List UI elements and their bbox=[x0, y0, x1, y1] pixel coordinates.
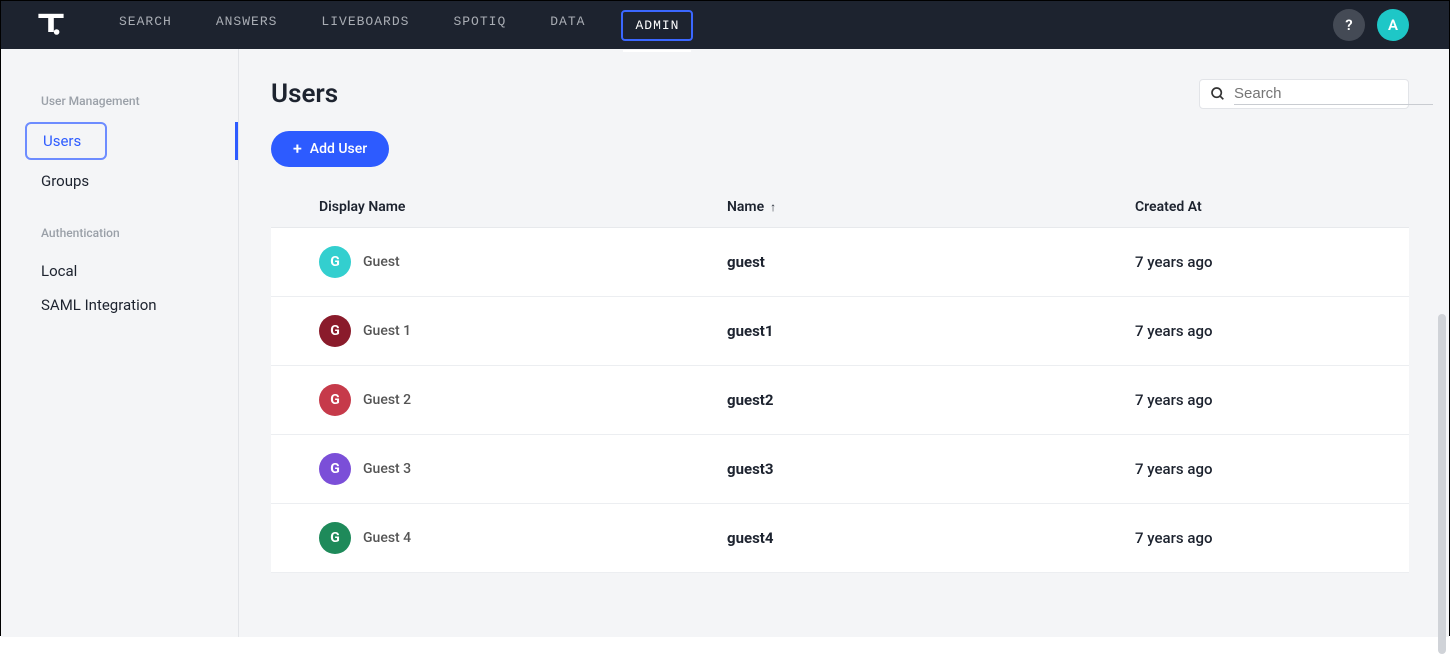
table-header: Display Name Name ↑ Created At bbox=[271, 199, 1409, 227]
nav-item-answers[interactable]: ANSWERS bbox=[208, 10, 286, 41]
nav-item-data[interactable]: DATA bbox=[542, 10, 593, 41]
users-table: Display Name Name ↑ Created At G Guest gue… bbox=[271, 199, 1409, 573]
sidebar-section-title: User Management bbox=[1, 94, 238, 122]
nav-item-spotiq[interactable]: SPOTIQ bbox=[445, 10, 514, 41]
user-avatar-initial: G bbox=[319, 315, 351, 347]
nav-items: SEARCH ANSWERS LIVEBOARDS SPOTIQ DATA ADMIN bbox=[111, 10, 693, 41]
help-button[interactable]: ? bbox=[1333, 9, 1365, 41]
cell-display-name: G Guest 2 bbox=[319, 384, 727, 416]
user-display-name: Guest bbox=[363, 254, 400, 270]
cell-display-name: G Guest 1 bbox=[319, 315, 727, 347]
sidebar-item-saml-integration[interactable]: SAML Integration bbox=[1, 288, 238, 322]
table-row[interactable]: G Guest 3 guest37 years ago bbox=[271, 435, 1409, 504]
user-display-name: Guest 3 bbox=[363, 461, 411, 477]
cell-name: guest bbox=[727, 253, 1135, 271]
sidebar: User ManagementUsers Groups Authentication… bbox=[1, 49, 239, 637]
user-avatar-initial: G bbox=[319, 453, 351, 485]
page-title: Users bbox=[271, 79, 338, 109]
top-nav: SEARCH ANSWERS LIVEBOARDS SPOTIQ DATA ADMIN ?… bbox=[1, 1, 1449, 49]
nav-item-admin[interactable]: ADMIN bbox=[621, 10, 693, 41]
cell-display-name: G Guest bbox=[319, 246, 727, 278]
table-body: GGuestguest7 years agoGGuest 1guest17 ye… bbox=[271, 227, 1409, 573]
main-content: Users + Add User Display Name Name ↑ Cre… bbox=[239, 49, 1449, 637]
table-row[interactable]: G Guest 4 guest47 years ago bbox=[271, 504, 1409, 573]
scrollbar[interactable] bbox=[1438, 314, 1446, 654]
sidebar-item-local[interactable]: Local bbox=[1, 254, 238, 288]
table-row[interactable]: G Guest 1 guest17 years ago bbox=[271, 297, 1409, 366]
sidebar-active-indicator bbox=[235, 122, 238, 160]
column-header-name-label: Name bbox=[727, 199, 764, 215]
brand-logo-icon[interactable] bbox=[31, 10, 71, 40]
cell-created-at: 7 years ago bbox=[1135, 391, 1409, 409]
cell-name: guest4 bbox=[727, 529, 1135, 547]
add-user-label: Add User bbox=[310, 141, 367, 157]
cell-created-at: 7 years ago bbox=[1135, 529, 1409, 547]
column-header-display-name[interactable]: Display Name bbox=[319, 199, 727, 215]
search-box[interactable] bbox=[1199, 79, 1409, 109]
user-display-name: Guest 2 bbox=[363, 392, 411, 408]
sidebar-item-groups[interactable]: Groups bbox=[1, 164, 238, 198]
sort-ascending-icon: ↑ bbox=[770, 200, 776, 214]
user-avatar-initial: G bbox=[319, 246, 351, 278]
cell-name: guest1 bbox=[727, 322, 1135, 340]
nav-item-liveboards[interactable]: LIVEBOARDS bbox=[313, 10, 417, 41]
table-row[interactable]: G Guest 2 guest27 years ago bbox=[271, 366, 1409, 435]
column-header-created-at[interactable]: Created At bbox=[1135, 199, 1409, 215]
search-icon bbox=[1210, 86, 1226, 102]
search-input[interactable] bbox=[1234, 83, 1433, 105]
cell-created-at: 7 years ago bbox=[1135, 322, 1409, 340]
user-avatar-initial: G bbox=[319, 384, 351, 416]
table-row[interactable]: G Guest guest7 years ago bbox=[271, 228, 1409, 297]
cell-created-at: 7 years ago bbox=[1135, 253, 1409, 271]
cell-name: guest2 bbox=[727, 391, 1135, 409]
nav-item-search[interactable]: SEARCH bbox=[111, 10, 180, 41]
plus-icon: + bbox=[293, 141, 302, 157]
sidebar-section-title: Authentication bbox=[1, 226, 238, 254]
user-display-name: Guest 1 bbox=[363, 323, 411, 339]
cell-created-at: 7 years ago bbox=[1135, 460, 1409, 478]
user-display-name: Guest 4 bbox=[363, 530, 411, 546]
sidebar-item-users[interactable]: Users bbox=[25, 122, 107, 160]
cell-display-name: G Guest 3 bbox=[319, 453, 727, 485]
user-avatar[interactable]: A bbox=[1377, 9, 1409, 41]
cell-name: guest3 bbox=[727, 460, 1135, 478]
add-user-button[interactable]: + Add User bbox=[271, 131, 389, 167]
user-avatar-initial: G bbox=[319, 522, 351, 554]
cell-display-name: G Guest 4 bbox=[319, 522, 727, 554]
column-header-name[interactable]: Name ↑ bbox=[727, 199, 1135, 215]
